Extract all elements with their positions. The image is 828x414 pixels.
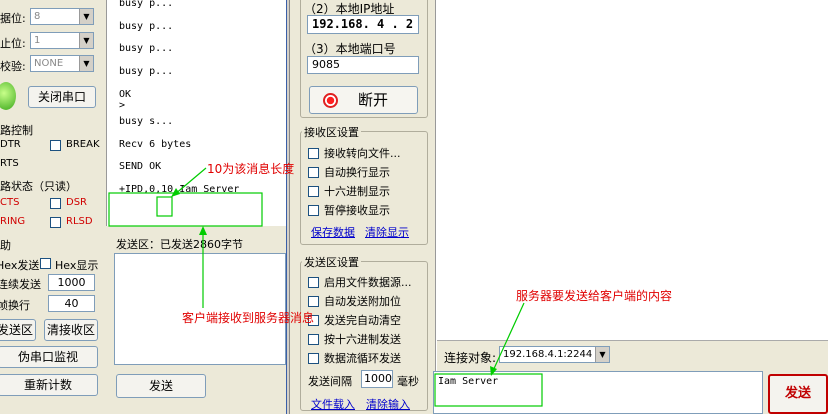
server-send-highlight-box	[434, 373, 543, 407]
length-highlight-box	[156, 196, 173, 217]
msg-length-annotation: 10为该消息长度	[207, 162, 295, 176]
annotation-overlay	[108, 167, 543, 407]
server-send-arrow	[491, 302, 525, 374]
server-send-annotation: 服务器要发送给客户端的内容	[516, 289, 673, 303]
ipd-highlight-box	[108, 192, 263, 227]
length-arrow	[173, 167, 207, 196]
client-recv-annotation: 客户端接收到服务器消息	[182, 311, 315, 325]
client-recv-arrow-head	[199, 226, 207, 235]
